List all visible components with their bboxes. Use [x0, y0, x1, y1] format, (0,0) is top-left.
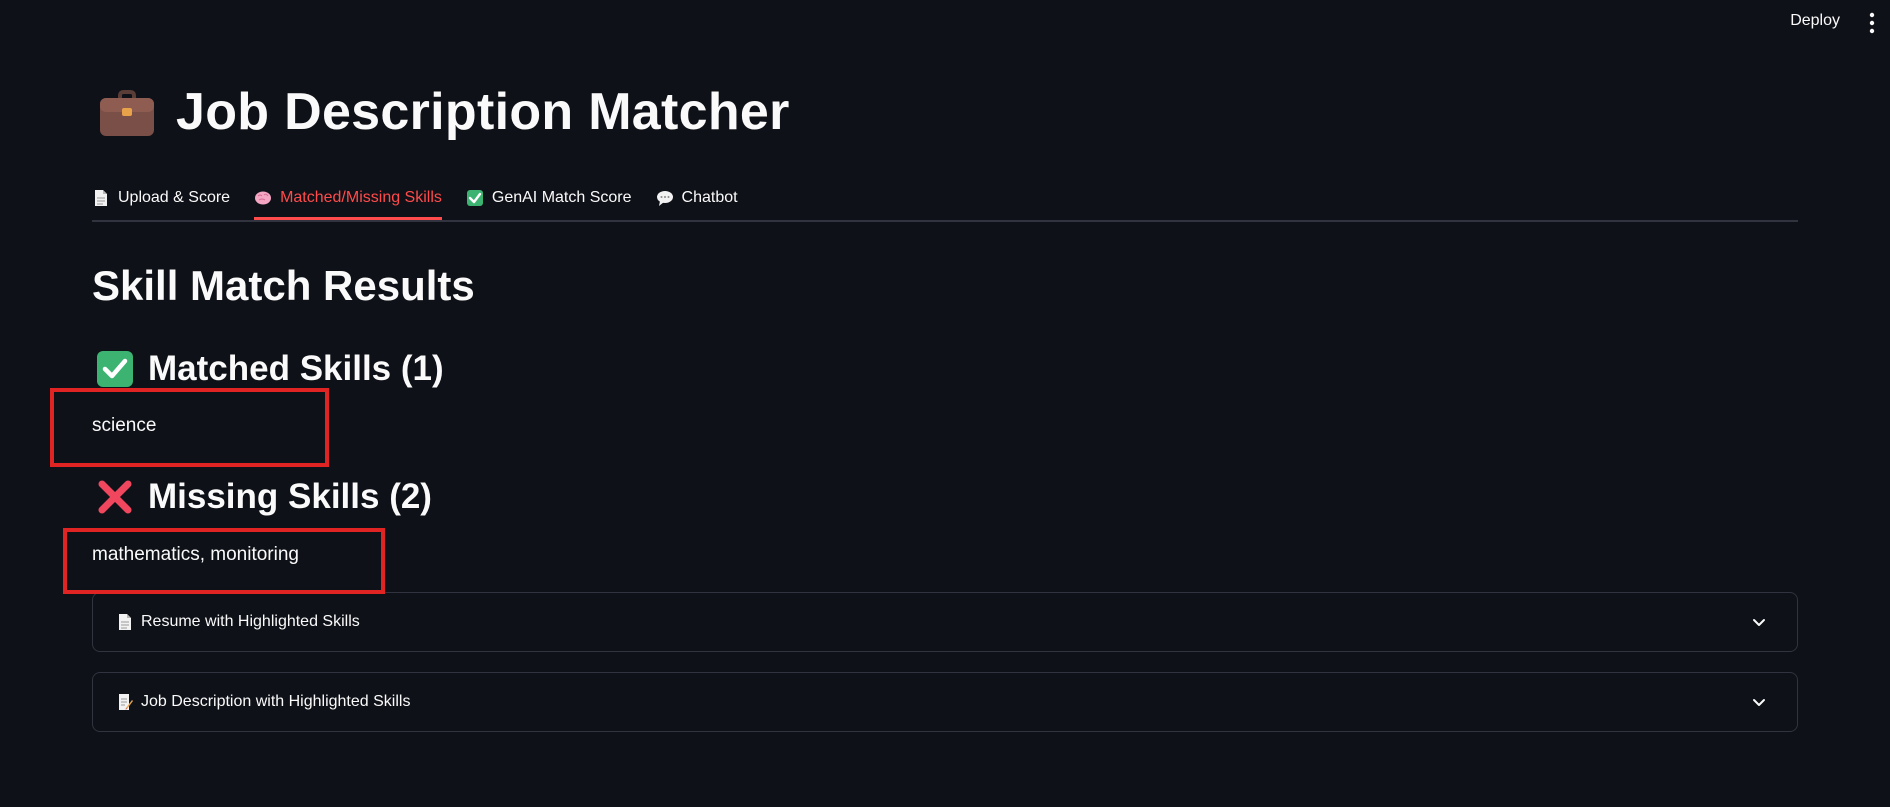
brain-icon [255, 191, 272, 205]
app-header: Deploy [0, 0, 1890, 48]
deploy-button[interactable]: Deploy [1790, 12, 1840, 30]
red-cross-icon [98, 480, 132, 514]
matched-skills-title: Matched Skills (1) [148, 349, 444, 388]
expander-label: Job Description with Highlighted Skills [141, 693, 411, 710]
resume-expander[interactable]: Resume with Highlighted Skills [92, 592, 1798, 652]
highlight-box-missing [63, 528, 385, 594]
tab-label: GenAI Match Score [491, 189, 632, 206]
speech-bubble-icon [656, 191, 673, 206]
highlight-box-matched [50, 388, 329, 467]
page-title: Job Description Matcher [176, 83, 790, 141]
missing-skills-title: Missing Skills (2) [148, 477, 432, 516]
green-check-icon [97, 351, 133, 387]
chevron-down-icon[interactable] [1751, 615, 1767, 631]
tab-chatbot[interactable]: Chatbot [656, 178, 738, 218]
tab-genai-match-score[interactable]: GenAI Match Score [466, 178, 632, 218]
tab-label: Chatbot [681, 189, 738, 206]
memo-icon [119, 694, 133, 710]
briefcase-icon [100, 90, 154, 136]
tab-bar: Upload & Score Matched/Missing Skills Ge… [92, 178, 1798, 222]
check-box-icon [466, 190, 483, 206]
job-description-expander[interactable]: Job Description with Highlighted Skills [92, 672, 1798, 732]
tab-label: Matched/Missing Skills [280, 189, 442, 206]
matched-skills-heading: Matched Skills (1) [96, 349, 444, 389]
page-icon [119, 614, 131, 630]
tab-upload-score[interactable]: Upload & Score [92, 178, 230, 218]
expander-label: Resume with Highlighted Skills [141, 613, 360, 630]
more-vertical-icon[interactable] [1868, 12, 1876, 34]
tab-label: Upload & Score [118, 189, 231, 206]
page-icon [95, 190, 107, 206]
page-title-row: Job Description Matcher [98, 82, 790, 142]
chevron-down-icon[interactable] [1751, 695, 1767, 711]
tab-matched-missing-skills[interactable]: Matched/Missing Skills [254, 178, 442, 220]
results-heading: Skill Match Results [92, 262, 475, 309]
missing-skills-heading: Missing Skills (2) [96, 477, 432, 517]
